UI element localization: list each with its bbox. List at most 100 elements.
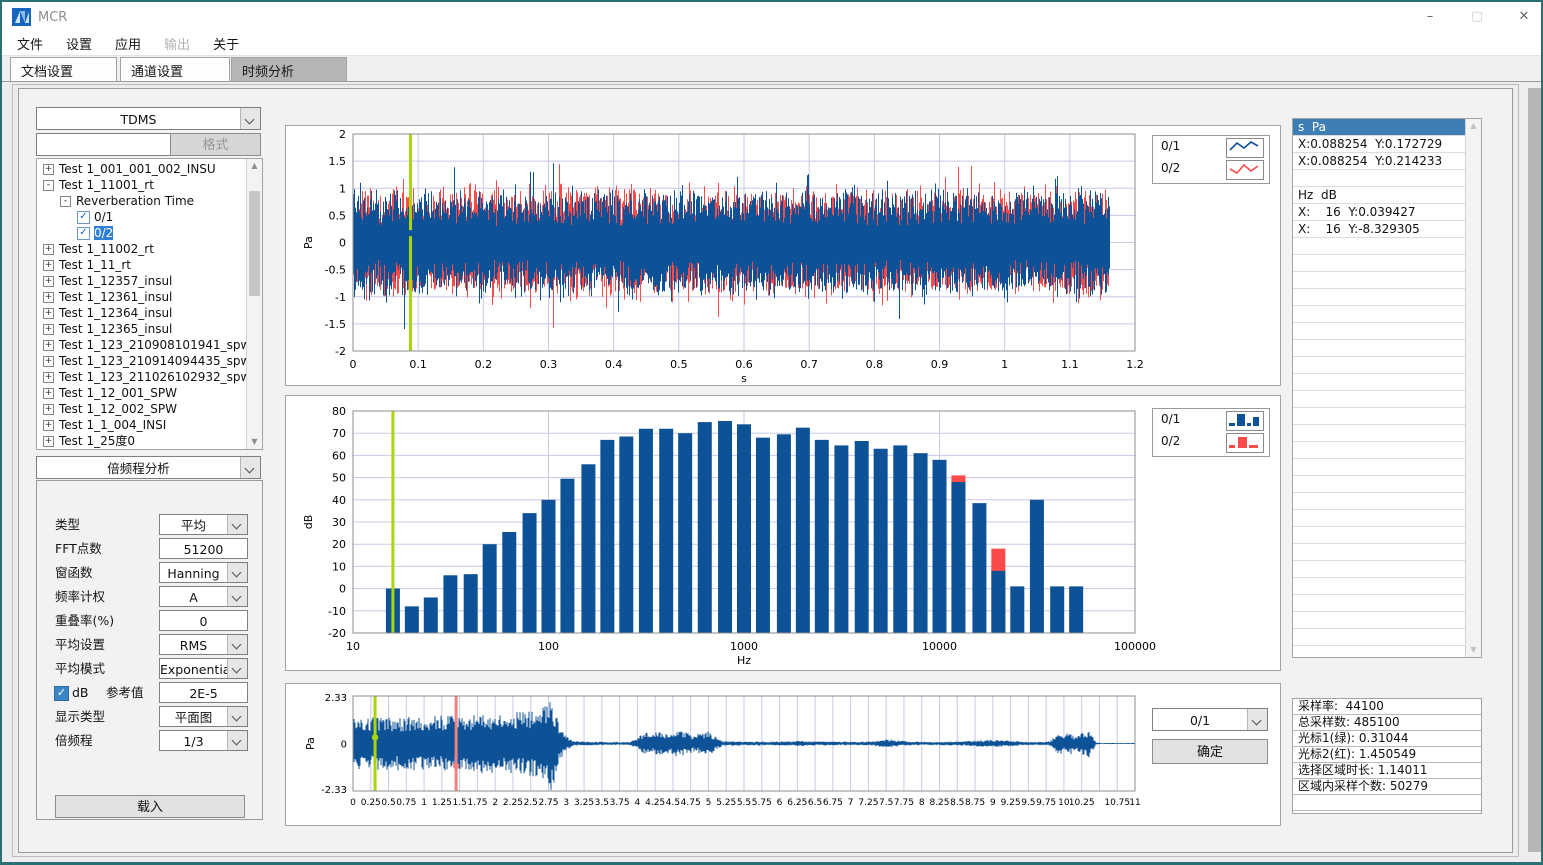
time-waveform-chart[interactable]: 21.510.50-0.5-1-1.5-200.10.20.30.40.50.6… — [285, 125, 1281, 386]
octave-spectrum-chart[interactable]: 80706050403020100-10-2010100100010000100… — [285, 395, 1281, 671]
expand-icon[interactable]: + — [43, 244, 54, 255]
checkbox-checked[interactable]: ✓ — [77, 227, 90, 240]
expand-icon[interactable]: + — [43, 340, 54, 351]
readout-row[interactable]: X:0.088254 Y:0.214233 — [1293, 153, 1465, 170]
field-input-2[interactable]: 51200 — [159, 538, 248, 559]
close-button[interactable]: ✕ — [1507, 6, 1541, 28]
overview-waveform-chart[interactable]: 2.330-2.3300.250.50.7511.251.51.7522.252… — [285, 683, 1281, 826]
scroll-down-icon[interactable]: ▼ — [1466, 643, 1481, 657]
right-scroll-strip[interactable] — [1528, 88, 1541, 852]
analysis-type-select[interactable]: 倍频程分析 — [36, 456, 261, 479]
chevron-down-icon[interactable] — [1247, 709, 1267, 730]
tree-item-label[interactable]: Test 1_123_210908101941_spw — [59, 338, 246, 352]
tree-scrollbar-thumb[interactable] — [249, 191, 260, 296]
chevron-down-icon[interactable] — [227, 587, 247, 606]
expand-icon[interactable]: + — [43, 404, 54, 415]
expand-icon[interactable]: + — [43, 436, 54, 447]
menu-item-3[interactable]: 应用 — [113, 30, 143, 57]
file-format-select[interactable]: TDMS — [36, 107, 261, 130]
chevron-down-icon[interactable] — [240, 108, 260, 129]
expand-icon[interactable]: + — [43, 324, 54, 335]
tree-item-label[interactable]: Reverberation Time — [76, 194, 194, 208]
tree-item[interactable]: ✓ 0/2 — [37, 225, 246, 241]
tree-item[interactable]: + Test 1_25度0 — [37, 433, 246, 449]
collapse-icon[interactable]: - — [60, 196, 71, 207]
field-select-4[interactable]: A — [159, 586, 248, 607]
tree-item-label[interactable]: Test 1_11002_rt — [59, 242, 154, 256]
tree-scrollbar[interactable]: ▲ ▼ — [246, 159, 262, 449]
chevron-down-icon[interactable] — [227, 731, 247, 750]
readout-row[interactable]: X:0.088254 Y:0.172729 — [1293, 136, 1465, 153]
tree-item-label[interactable]: Test 1_123_210914094435_spw — [59, 354, 246, 368]
collapse-icon[interactable]: - — [43, 180, 54, 191]
scroll-up-icon[interactable]: ▲ — [1466, 119, 1481, 133]
expand-icon[interactable]: + — [43, 372, 54, 383]
tree-item-label[interactable]: Test 1_001_001_002_INSU — [59, 162, 216, 176]
tree-item-label[interactable]: Test 1_12_002_SPW — [59, 402, 177, 416]
field-select-10[interactable]: 1/3 — [159, 730, 248, 751]
tree-item-label[interactable]: Test 1_11001_rt — [59, 178, 154, 192]
expand-icon[interactable]: + — [43, 356, 54, 367]
legend-entry-0/1[interactable]: 0/1 — [1153, 136, 1269, 158]
tree-item[interactable]: + Test 1_12_001_SPW — [37, 385, 246, 401]
expand-icon[interactable]: + — [43, 260, 54, 271]
expand-icon[interactable]: + — [43, 276, 54, 287]
legend-entry-0/2[interactable]: 0/2 — [1153, 431, 1269, 453]
tree-item-label[interactable]: Test 1_12_001_SPW — [59, 386, 177, 400]
scroll-up-icon[interactable]: ▲ — [247, 159, 262, 173]
chevron-down-icon[interactable] — [227, 515, 247, 534]
expand-icon[interactable]: + — [43, 388, 54, 399]
tree-item[interactable]: ✓0/1 — [37, 209, 246, 225]
format-button[interactable]: 格式 — [170, 133, 261, 156]
tree-item[interactable]: +Test 1_12364_insul — [37, 305, 246, 321]
confirm-button[interactable]: 确定 — [1152, 739, 1268, 764]
legend-entry-0/1[interactable]: 0/1 — [1153, 409, 1269, 431]
readout-row[interactable] — [1293, 170, 1465, 187]
tree-item-label[interactable]: Test 1_11_rt — [59, 258, 131, 272]
expand-icon[interactable]: + — [43, 292, 54, 303]
readout-scrollbar[interactable]: ▲ ▼ — [1465, 119, 1481, 657]
chevron-down-icon[interactable] — [227, 659, 247, 678]
db-checkbox[interactable]: ✓ — [54, 686, 69, 701]
tree-item-label[interactable]: Test 1_123_211026102932_spw — [59, 370, 246, 384]
tree-item[interactable]: +Test 1_001_001_002_INSU — [37, 161, 246, 177]
tree-item-label[interactable]: Test 1_12357_insul — [59, 274, 172, 288]
tree-item[interactable]: + Test 1_12_002_SPW — [37, 401, 246, 417]
chevron-down-icon[interactable] — [227, 707, 247, 726]
menu-item-5[interactable]: 关于 — [211, 30, 241, 57]
maximize-button[interactable]: ▢ — [1460, 6, 1494, 28]
tree-item[interactable]: + Test 1_123_211026102932_spw — [37, 369, 246, 385]
field-select-1[interactable]: 平均 — [159, 514, 248, 535]
readout-row[interactable]: X: 16 Y:0.039427 — [1293, 204, 1465, 221]
tree-item[interactable]: + Test 1_11_rt — [37, 257, 246, 273]
tree-item-label[interactable]: Test 1_12361_insul — [59, 290, 172, 304]
chevron-down-icon[interactable] — [227, 635, 247, 654]
field-select-9[interactable]: 平面图 — [159, 706, 248, 727]
readout-row[interactable]: Hz dB — [1293, 187, 1465, 204]
legend-entry-0/2[interactable]: 0/2 — [1153, 158, 1269, 180]
search-input[interactable] — [36, 133, 171, 156]
expand-icon[interactable]: + — [43, 420, 54, 431]
tab-2[interactable]: 通道设置 — [120, 57, 230, 81]
tree-item[interactable]: + Test 1_11002_rt — [37, 241, 246, 257]
field-input-5[interactable]: 0 — [159, 610, 248, 631]
tree-item[interactable]: + Test 1_12361_insul — [37, 289, 246, 305]
field-select-7[interactable]: Exponential — [159, 658, 248, 679]
menu-item-2[interactable]: 设置 — [64, 30, 94, 57]
minimize-button[interactable]: – — [1413, 6, 1447, 28]
tree-item[interactable]: -Test 1_11001_rt — [37, 177, 246, 193]
tree-item[interactable]: + Test 1_12357_insul — [37, 273, 246, 289]
channel-select[interactable]: 0/1 — [1152, 708, 1268, 731]
tree-item-label[interactable]: Test 1_12364_insul — [59, 306, 172, 320]
load-button[interactable]: 载入 — [55, 795, 245, 818]
tree-item-label[interactable]: Test 1_25度0 — [59, 434, 135, 448]
chevron-down-icon[interactable] — [240, 457, 260, 478]
tree-item[interactable]: +Test 1_12365_insul — [37, 321, 246, 337]
checkbox-checked[interactable]: ✓ — [77, 211, 90, 224]
scroll-down-icon[interactable]: ▼ — [247, 435, 262, 449]
tree-item-label[interactable]: 0/2 — [94, 226, 113, 240]
tab-3[interactable]: 时频分析 — [231, 57, 347, 81]
tab-1[interactable]: 文档设置 — [10, 57, 117, 81]
chevron-down-icon[interactable] — [227, 563, 247, 582]
field-select-3[interactable]: Hanning — [159, 562, 248, 583]
